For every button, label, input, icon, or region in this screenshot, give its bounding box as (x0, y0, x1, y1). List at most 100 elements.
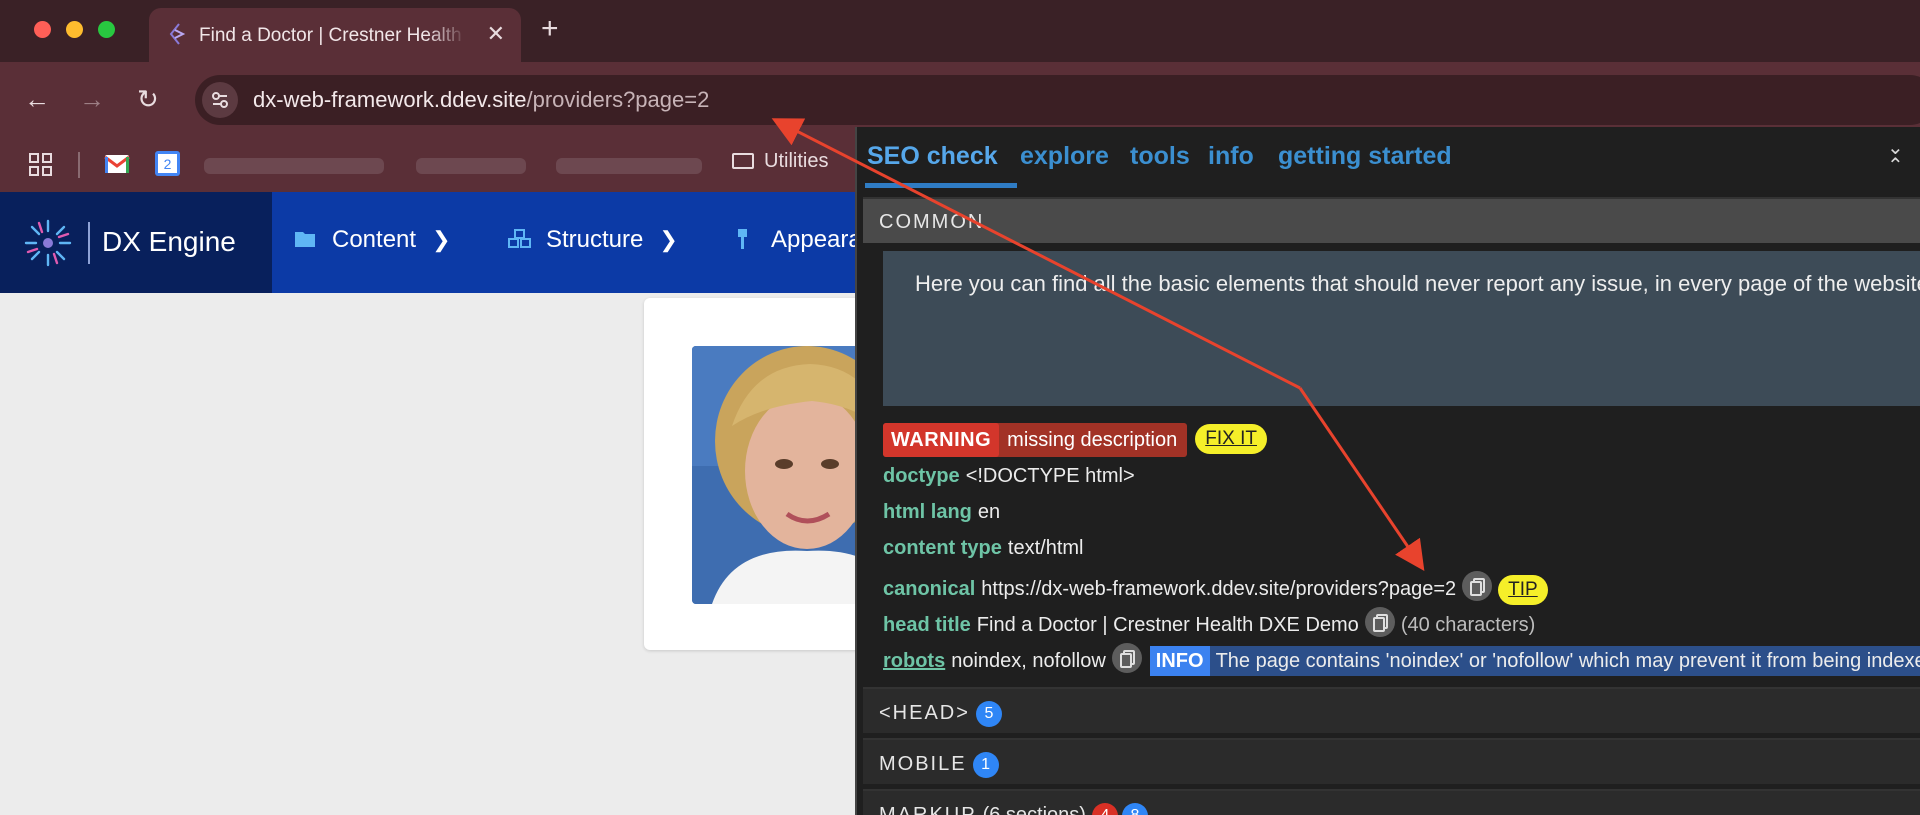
bookmark-folder-label: Utilities (764, 150, 829, 172)
count-badge: 1 (972, 752, 999, 778)
html-lang-row: html lang en (883, 501, 1000, 531)
section-title: <HEAD> 5 (879, 701, 1002, 727)
url-host: dx-web-framework.ddev.site (253, 87, 527, 112)
menu-label: Content (332, 226, 417, 253)
bookmark-item[interactable] (556, 158, 702, 174)
calendar-day: 2 (164, 156, 172, 172)
calendar-icon[interactable]: 2 (155, 151, 180, 176)
robots-row: robots noindex, nofollow INFO The page cont… (883, 643, 1920, 676)
info-label: INFO (1149, 646, 1210, 676)
paintbrush-icon (738, 229, 747, 249)
folder-icon (732, 153, 754, 169)
dx-engine-logo-icon (24, 219, 72, 267)
warning-label: WARNING (883, 423, 1000, 457)
folder-open-icon (295, 232, 315, 247)
tab-info[interactable]: info (1208, 142, 1254, 171)
content-type-value: text/html (1007, 537, 1084, 559)
count-badge: 5 (975, 701, 1002, 727)
tab-seo-check[interactable]: SEO check (867, 142, 998, 171)
error-badge: 4 (1091, 803, 1118, 815)
reload-icon[interactable]: ↻ (137, 84, 159, 115)
head-title-length: (40 characters) (1400, 614, 1536, 636)
html-lang-value: en (977, 501, 1001, 523)
info-pill: INFO The page contains 'noindex' or 'nofo… (1149, 646, 1920, 676)
doctype-row: doctype <!DOCTYPE html> (883, 465, 1135, 495)
chevron-down-icon: ❯ (432, 227, 451, 252)
warning-text: missing description (1007, 429, 1178, 451)
section-title-text: MOBILE (879, 753, 967, 775)
section-title: MOBILE 1 (879, 752, 999, 778)
brand-block[interactable]: DX Engine (0, 192, 272, 293)
seo-panel: SEO check explore tools info getting sta… (855, 127, 1920, 815)
robots-value: noindex, nofollow (951, 650, 1106, 672)
menu-item-content[interactable]: Content ❯ (294, 226, 451, 254)
section-title-text: MARKUP (879, 804, 977, 815)
url-text[interactable]: dx-web-framework.ddev.site/providers?pag… (253, 87, 709, 113)
bookmark-folder-utilities[interactable]: Utilities (732, 150, 828, 173)
minimize-window-button[interactable] (66, 21, 83, 38)
active-tab-indicator (865, 183, 1017, 188)
section-markup-header[interactable]: MARKUP (6 sections) 48 (863, 789, 1920, 815)
title-bar: Find a Doctor | Crestner Health DXE Demo… (0, 0, 1920, 62)
chevron-down-icon: ❯ (659, 227, 678, 252)
copy-icon[interactable] (1462, 571, 1493, 601)
section-title-text: <HEAD> (879, 702, 970, 724)
info-text: The page contains 'noindex' or 'nofollow… (1215, 650, 1920, 672)
maximize-window-button[interactable] (98, 21, 115, 38)
brand-name: DX Engine (102, 226, 236, 257)
bookmark-item[interactable] (416, 158, 526, 174)
section-count: (6 sections) (982, 804, 1086, 815)
brand-divider (88, 222, 90, 264)
robots-key-link[interactable]: robots (883, 650, 945, 672)
bookmark-item[interactable] (204, 158, 384, 174)
tip-button[interactable]: TIP (1498, 575, 1548, 605)
doctype-key: doctype (883, 465, 960, 487)
html-lang-key: html lang (883, 501, 972, 523)
apps-grid-icon[interactable] (28, 152, 54, 178)
content-type-key: content type (883, 537, 1002, 559)
doctype-value: <!DOCTYPE html> (965, 465, 1135, 487)
bookmarks-divider (78, 152, 80, 178)
head-title-key: head title (883, 614, 971, 636)
tab-getting-started[interactable]: getting started (1278, 142, 1452, 171)
canonical-row: canonical https://dx-web-framework.ddev.s… (883, 571, 1548, 605)
copy-icon[interactable] (1364, 607, 1395, 637)
canonical-value: https://dx-web-framework.ddev.site/provi… (981, 578, 1457, 600)
warning-pill: WARNING missing description (883, 423, 1188, 457)
common-description-box: Here you can find all the basic elements… (883, 251, 1920, 406)
seo-tabs: SEO check explore tools info getting sta… (857, 127, 1920, 189)
url-path: /providers?page=2 (526, 87, 710, 112)
new-tab-button[interactable]: + (541, 12, 559, 46)
menu-label: Structure (546, 226, 644, 253)
section-title: COMMON (879, 211, 985, 233)
content-type-row: content type text/html (883, 537, 1083, 567)
common-description: Here you can find all the basic elements… (915, 271, 1920, 296)
tab-explore[interactable]: explore (1020, 142, 1109, 171)
section-title: MARKUP (6 sections) 48 (879, 803, 1148, 815)
site-info-icon[interactable] (202, 82, 238, 118)
warning-row: WARNING missing description FIX IT (883, 423, 1267, 457)
gmail-icon[interactable] (104, 153, 130, 175)
tab-tools[interactable]: tools (1130, 142, 1190, 171)
section-mobile-header[interactable]: MOBILE 1 (863, 738, 1920, 784)
tab-title: Find a Doctor | Crestner Health DXE Demo (199, 25, 467, 47)
browser-tab-active[interactable]: Find a Doctor | Crestner Health DXE Demo… (149, 8, 521, 62)
count-badge: 8 (1121, 803, 1148, 815)
site-favicon-icon (169, 23, 186, 45)
head-title-value: Find a Doctor | Crestner Health DXE Demo (976, 614, 1359, 636)
bookmarks-bar: 2 Utilities (0, 140, 860, 192)
section-head-header[interactable]: <HEAD> 5 (863, 687, 1920, 733)
close-window-button[interactable] (34, 21, 51, 38)
copy-icon[interactable] (1111, 643, 1142, 673)
canonical-key: canonical (883, 578, 976, 600)
address-bar[interactable]: dx-web-framework.ddev.site/providers?pag… (195, 75, 1920, 125)
back-arrow-icon[interactable]: ← (24, 84, 50, 115)
close-tab-icon[interactable]: ✕ (487, 21, 505, 47)
fix-it-button[interactable]: FIX IT (1195, 424, 1267, 454)
head-title-row: head title Find a Doctor | Crestner Healt… (883, 607, 1535, 637)
section-common-header[interactable]: COMMON (863, 197, 1920, 243)
collapse-panel-icon[interactable]: ⌄ ⌃ (1887, 138, 1904, 176)
cubes-icon (508, 229, 531, 248)
menu-item-structure[interactable]: Structure ❯ (508, 226, 678, 254)
forward-arrow-icon[interactable]: → (79, 84, 105, 115)
